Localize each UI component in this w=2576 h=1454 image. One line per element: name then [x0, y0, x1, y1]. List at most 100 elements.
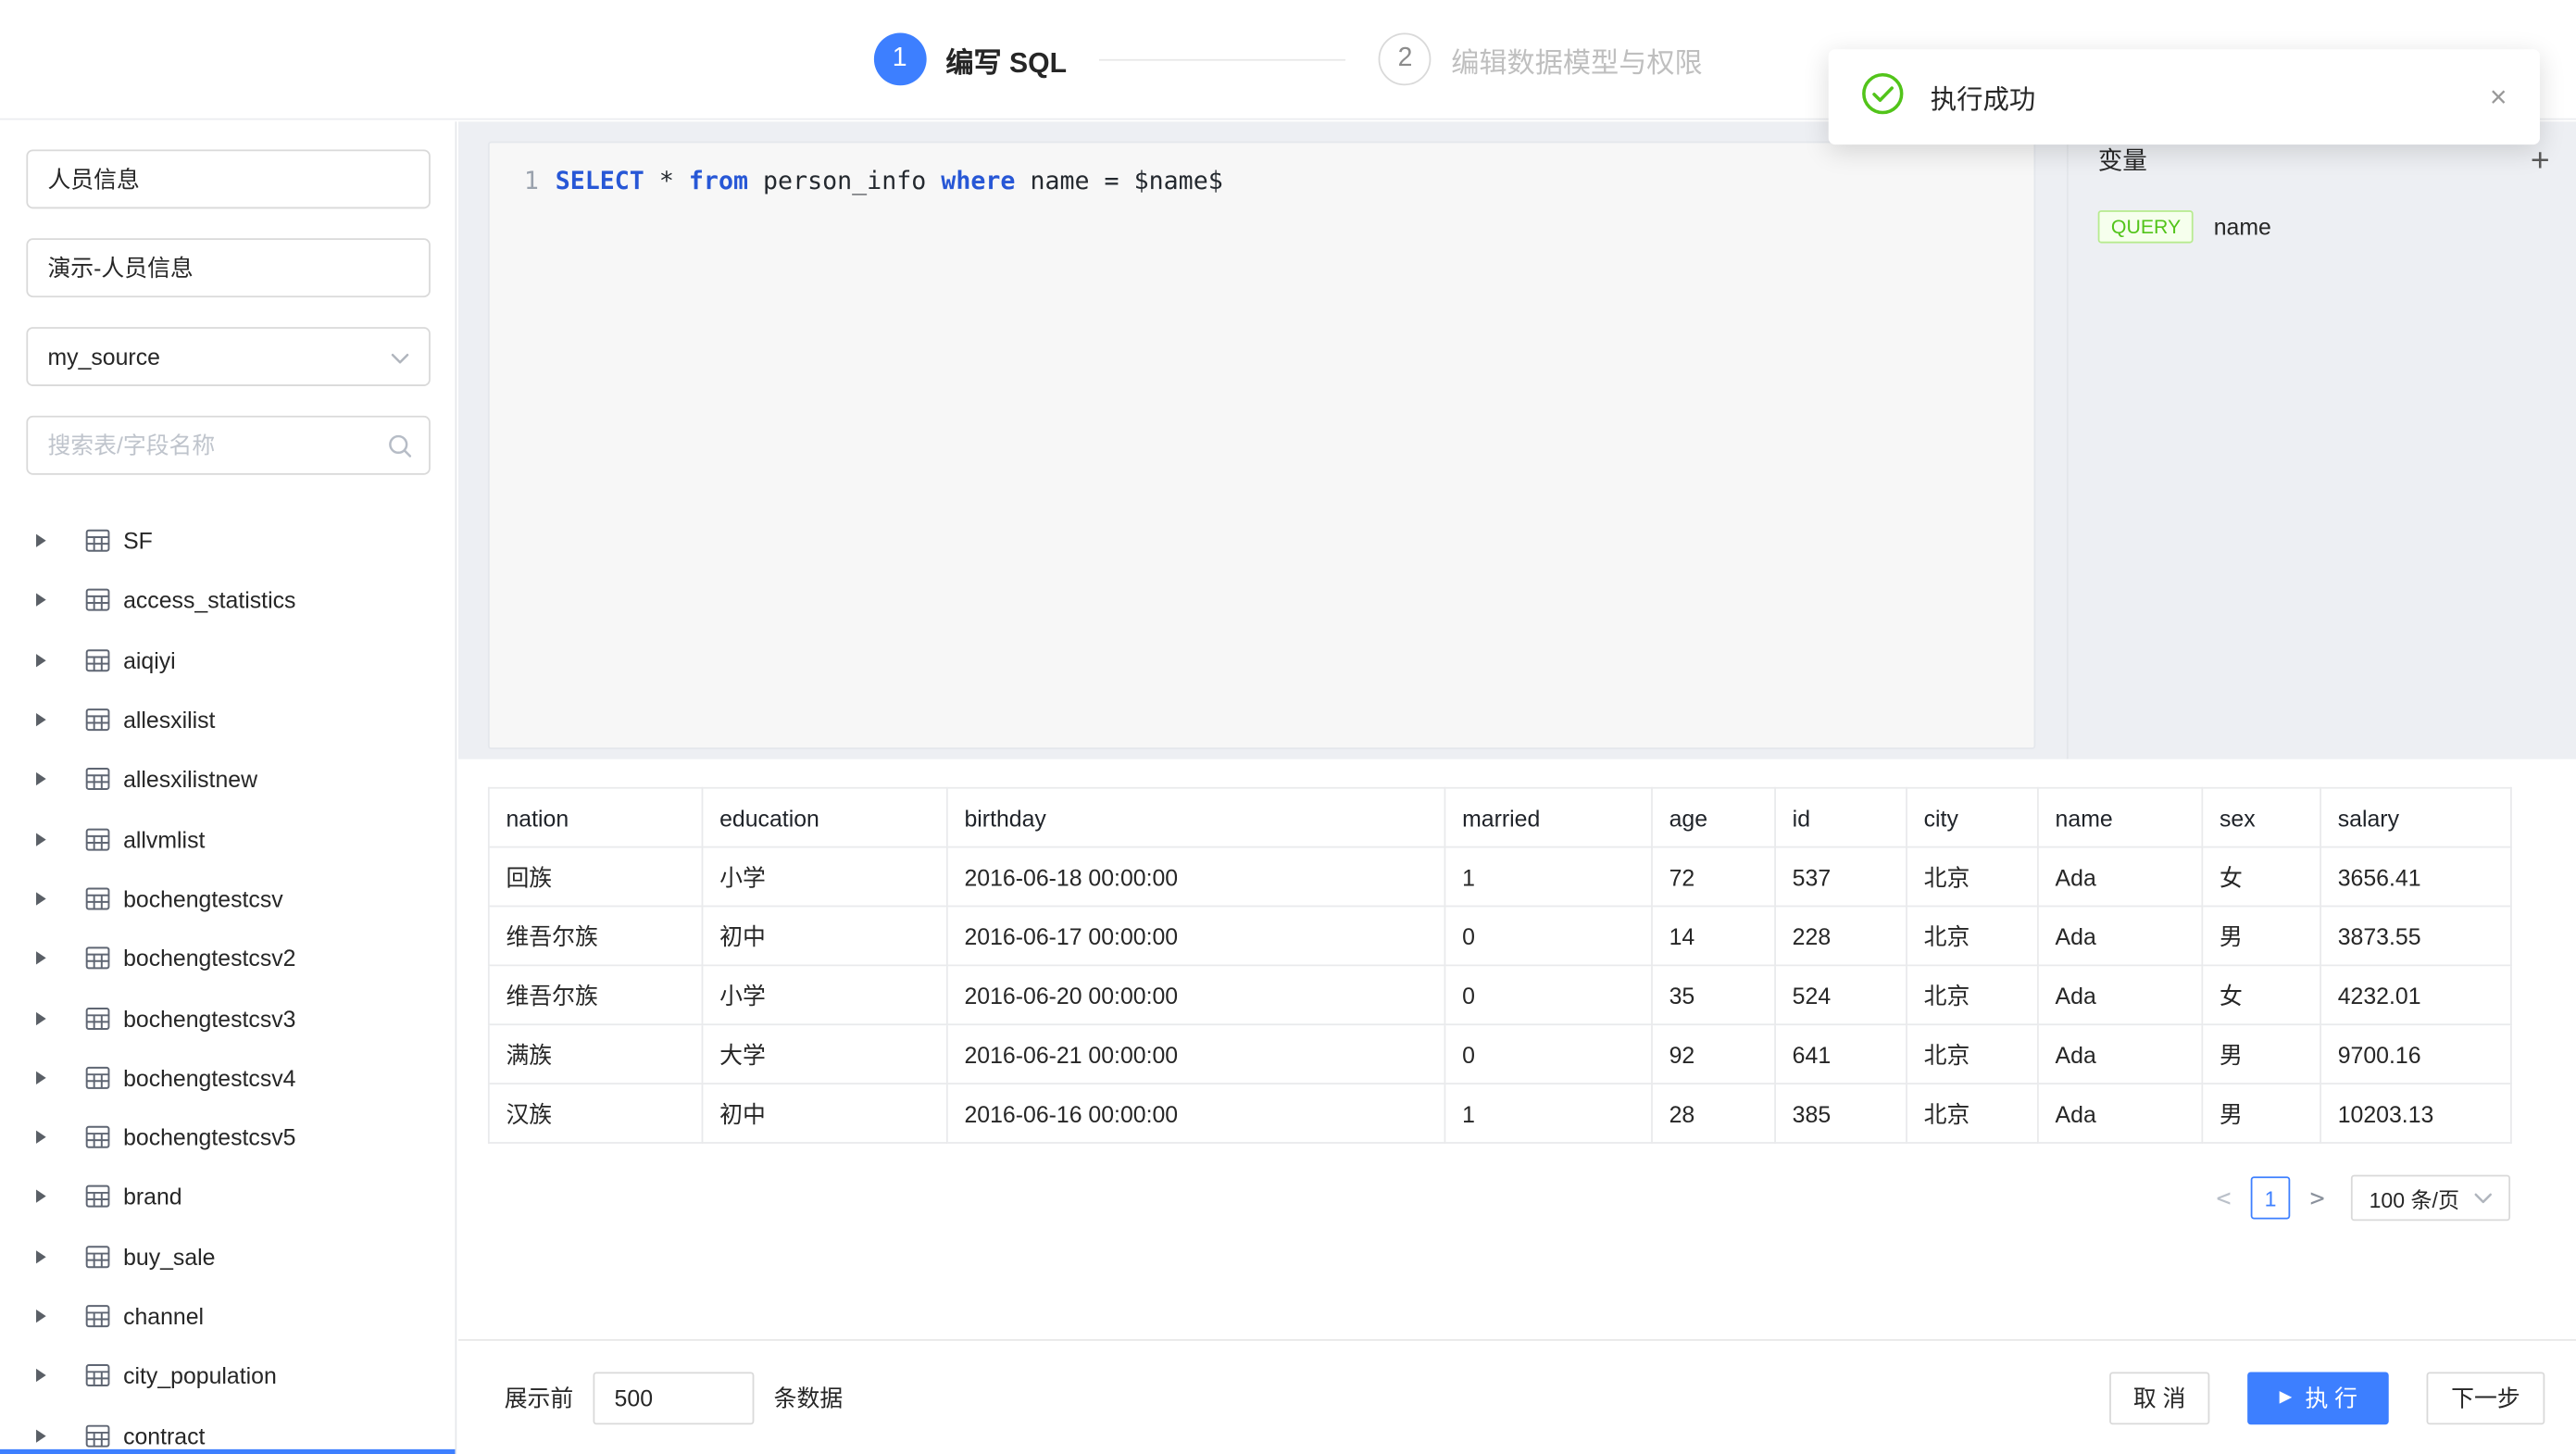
table-cell: 524 — [1775, 965, 1907, 1024]
tree-item-label: SF — [123, 528, 153, 554]
variable-item: QUERY name — [2098, 210, 2550, 243]
caret-right-icon[interactable] — [36, 1011, 46, 1024]
caret-right-icon[interactable] — [36, 952, 46, 965]
add-variable-button[interactable]: + — [2531, 144, 2550, 176]
footer-actions: 取 消 ▶ 执 行 下一步 — [2108, 1372, 2545, 1424]
code-line: 1 SELECT * from person_info where name =… — [490, 164, 2034, 196]
table-cell: 女 — [2202, 847, 2320, 907]
run-button-label: 执 行 — [2305, 1381, 2357, 1413]
next-step-button[interactable]: 下一步 — [2427, 1372, 2545, 1424]
tree-item-bochengtestcsv[interactable]: bochengtestcsv — [26, 869, 429, 928]
tree-item-aiqiyi[interactable]: aiqiyi — [26, 631, 429, 690]
current-page-button[interactable]: 1 — [2251, 1176, 2291, 1219]
close-icon[interactable]: × — [2490, 82, 2507, 112]
table-cell: Ada — [2038, 1024, 2202, 1084]
tree-item-label: bochengtestcsv5 — [123, 1124, 295, 1150]
caret-right-icon[interactable] — [36, 1190, 46, 1203]
tree-item-bochengtestcsv4[interactable]: bochengtestcsv4 — [26, 1047, 429, 1107]
table-icon — [85, 1126, 110, 1149]
page-size-select[interactable]: 100 条/页 — [2351, 1175, 2510, 1222]
row-limit-input[interactable] — [593, 1372, 754, 1424]
table-cell: 92 — [1652, 1024, 1775, 1084]
caret-right-icon[interactable] — [36, 1369, 46, 1382]
variable-list: QUERY name — [2098, 210, 2550, 243]
caret-right-icon[interactable] — [36, 1131, 46, 1144]
table-icon — [85, 887, 110, 910]
tree-item-contract[interactable]: contract — [26, 1406, 429, 1454]
tree-item-bochengtestcsv2[interactable]: bochengtestcsv2 — [26, 929, 429, 988]
caret-right-icon[interactable] — [36, 772, 46, 785]
next-page-button[interactable]: > — [2310, 1183, 2325, 1212]
table-cell: 男 — [2202, 1024, 2320, 1084]
limit-prefix-label: 展示前 — [505, 1381, 574, 1413]
caret-right-icon[interactable] — [36, 654, 46, 667]
table-cell: Ada — [2038, 906, 2202, 965]
table-cell: Ada — [2038, 965, 2202, 1024]
cancel-button[interactable]: 取 消 — [2108, 1372, 2210, 1424]
tree-item-label: bochengtestcsv2 — [123, 946, 295, 971]
table-icon — [85, 1424, 110, 1448]
caret-right-icon[interactable] — [36, 1310, 46, 1322]
table-cell: 0 — [1444, 965, 1652, 1024]
caret-right-icon[interactable] — [36, 534, 46, 547]
datasource-select[interactable]: my_source — [26, 327, 430, 386]
table-cell: 3656.41 — [2320, 847, 2511, 907]
search-input[interactable] — [26, 416, 430, 475]
main-content: 1 SELECT * from person_info where name =… — [458, 121, 2576, 1454]
search-icon — [388, 433, 413, 466]
table-cell: 35 — [1652, 965, 1775, 1024]
dataset-display-name-input[interactable] — [26, 238, 430, 297]
datasource-select-value: my_source — [47, 344, 159, 370]
tree-item-access_statistics[interactable]: access_statistics — [26, 570, 429, 630]
results-table: nationeducationbirthdaymarriedageidcityn… — [488, 787, 2512, 1144]
step-2-indicator: 2 — [1379, 32, 1432, 85]
table-cell: 1 — [1444, 847, 1652, 907]
column-header-education: education — [702, 788, 946, 847]
table-cell: 男 — [2202, 1084, 2320, 1143]
column-header-married: married — [1444, 788, 1652, 847]
caret-right-icon[interactable] — [36, 1250, 46, 1263]
line-number: 1 — [490, 164, 539, 196]
table-cell: 男 — [2202, 906, 2320, 965]
run-button[interactable]: ▶ 执 行 — [2248, 1372, 2389, 1424]
stepper: 1 编写 SQL 2 编辑数据模型与权限 — [873, 32, 1702, 85]
table-icon — [85, 1185, 110, 1209]
tree-item-allesxilistnew[interactable]: allesxilistnew — [26, 749, 429, 808]
table-cell: 2016-06-20 00:00:00 — [947, 965, 1445, 1024]
prev-page-button[interactable]: < — [2216, 1183, 2231, 1212]
tree-item-label: brand — [123, 1184, 182, 1210]
tree-item-allvmlist[interactable]: allvmlist — [26, 809, 429, 869]
column-header-salary: salary — [2320, 788, 2511, 847]
dataset-name-input[interactable] — [26, 149, 430, 208]
caret-right-icon[interactable] — [36, 713, 46, 726]
column-header-birthday: birthday — [947, 788, 1445, 847]
caret-right-icon[interactable] — [36, 594, 46, 607]
tree-item-label: buy_sale — [123, 1244, 215, 1270]
step-1-indicator: 1 — [873, 32, 926, 85]
tree-item-bochengtestcsv5[interactable]: bochengtestcsv5 — [26, 1108, 429, 1167]
tree-item-brand[interactable]: brand — [26, 1167, 429, 1226]
sql-editor[interactable]: 1 SELECT * from person_info where name =… — [488, 142, 2035, 749]
caret-right-icon[interactable] — [36, 1071, 46, 1084]
tree-item-allesxilist[interactable]: allesxilist — [26, 690, 429, 749]
chevron-down-icon — [391, 344, 409, 370]
tree-item-city_population[interactable]: city_population — [26, 1346, 429, 1405]
caret-right-icon[interactable] — [36, 1429, 46, 1442]
toast-message: 执行成功 — [1931, 77, 2036, 117]
table-icon — [85, 946, 110, 970]
tree-item-channel[interactable]: channel — [26, 1286, 429, 1346]
sidebar-horizontal-scrollbar[interactable] — [0, 1449, 456, 1454]
tree-item-SF[interactable]: SF — [26, 511, 429, 570]
table-cell: 初中 — [702, 906, 946, 965]
column-header-nation: nation — [489, 788, 703, 847]
table-icon — [85, 1364, 110, 1387]
table-cell: 维吾尔族 — [489, 906, 703, 965]
variables-panel: 变量 + QUERY name — [2067, 121, 2576, 758]
tree-item-buy_sale[interactable]: buy_sale — [26, 1227, 429, 1286]
tree-item-bochengtestcsv3[interactable]: bochengtestcsv3 — [26, 988, 429, 1047]
table-cell: 2016-06-18 00:00:00 — [947, 847, 1445, 907]
table-icon — [85, 768, 110, 791]
caret-right-icon[interactable] — [36, 833, 46, 846]
caret-right-icon[interactable] — [36, 892, 46, 905]
table-cell: 北京 — [1907, 847, 2038, 907]
